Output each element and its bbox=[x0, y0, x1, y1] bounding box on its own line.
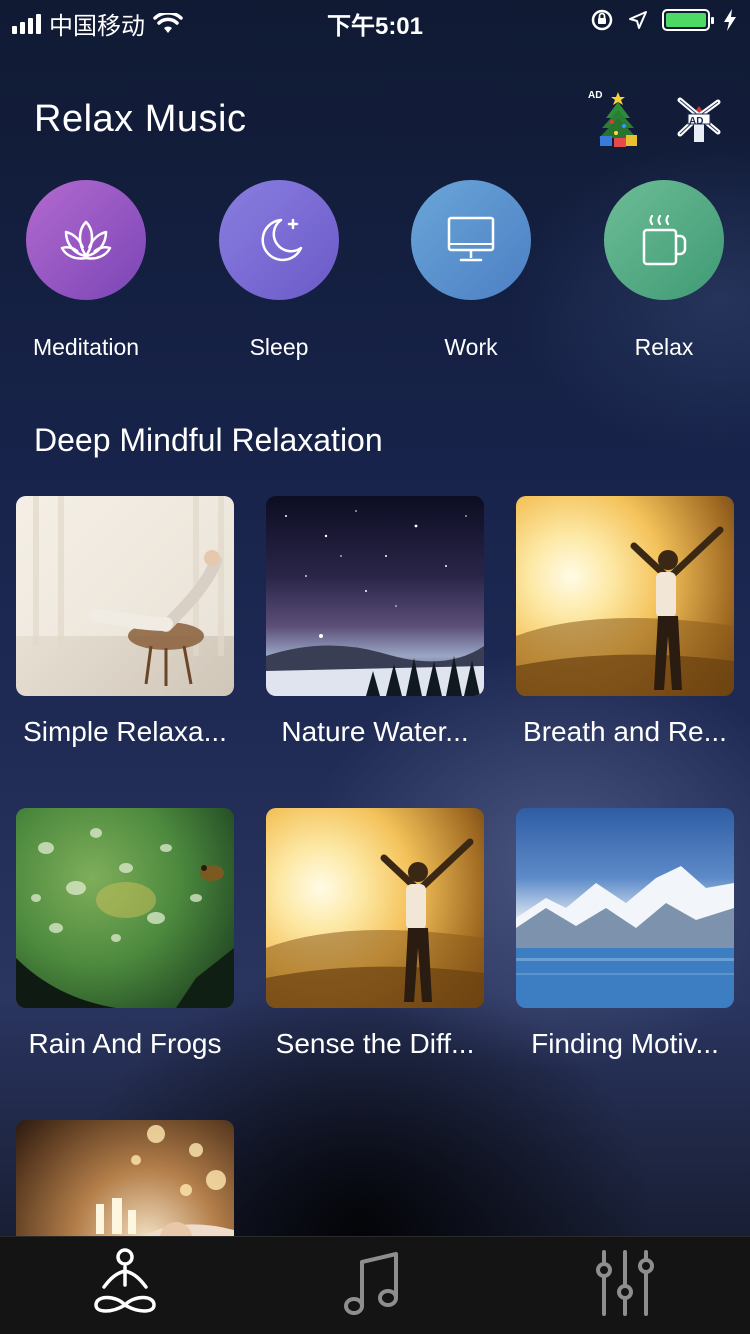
tab-meditation[interactable] bbox=[85, 1243, 165, 1323]
category-relax[interactable]: Relax bbox=[574, 180, 750, 361]
track-title: Finding Motiv... bbox=[531, 1028, 719, 1059]
track-thumbnail bbox=[516, 808, 734, 1008]
status-right bbox=[590, 8, 736, 32]
tab-equalizer[interactable] bbox=[585, 1243, 665, 1323]
category-label: Relax bbox=[634, 334, 694, 360]
track-thumbnail bbox=[266, 496, 484, 696]
section-title: Deep Mindful Relaxation bbox=[34, 422, 383, 458]
track-thumbnail bbox=[16, 496, 234, 696]
track-thumbnail bbox=[16, 808, 234, 1008]
track-card-finding-motivation[interactable]: Finding Motiv... bbox=[516, 808, 734, 1060]
music-note-icon bbox=[344, 1252, 398, 1315]
category-circle bbox=[26, 180, 146, 300]
charging-bolt-icon bbox=[724, 9, 736, 31]
track-title: Sense the Diff... bbox=[275, 1028, 475, 1059]
category-circle bbox=[604, 180, 724, 300]
coffee-cup-icon bbox=[642, 214, 687, 266]
page-title: Relax Music bbox=[34, 98, 247, 140]
track-card-sense-the-difference[interactable]: Sense the Diff... bbox=[266, 808, 484, 1060]
location-arrow-icon bbox=[629, 11, 647, 29]
equalizer-sliders-icon bbox=[596, 1250, 654, 1316]
track-title: Breath and Re... bbox=[523, 716, 727, 747]
ad-badge: AD bbox=[588, 90, 603, 101]
track-title: Rain And Frogs bbox=[28, 1028, 222, 1059]
meditation-person-icon bbox=[94, 1248, 156, 1313]
track-thumbnail bbox=[516, 496, 734, 696]
status-bar: 中国移动 下午5:01 bbox=[0, 0, 750, 40]
category-circle bbox=[219, 180, 339, 300]
category-meditation[interactable]: Meditation bbox=[0, 180, 176, 361]
rotation-lock-icon bbox=[591, 9, 613, 31]
track-title: Simple Relaxa... bbox=[23, 716, 227, 747]
track-card-rain-and-frogs[interactable]: Rain And Frogs bbox=[16, 808, 234, 1060]
tab-music[interactable] bbox=[333, 1243, 413, 1323]
category-work[interactable]: Work bbox=[381, 180, 561, 361]
track-card-breath-and-relax[interactable]: Breath and Re... bbox=[516, 496, 734, 748]
track-card-simple-relaxation[interactable]: Simple Relaxa... bbox=[16, 496, 234, 748]
category-sleep[interactable]: Sleep bbox=[189, 180, 369, 361]
lotus-icon bbox=[60, 220, 112, 260]
track-title: Nature Water... bbox=[281, 716, 469, 747]
track-thumbnail bbox=[266, 808, 484, 1008]
battery-icon bbox=[662, 9, 714, 31]
category-label: Meditation bbox=[32, 334, 140, 360]
christmas-tree-ad-icon[interactable]: AD bbox=[588, 88, 640, 148]
category-circle bbox=[411, 180, 531, 300]
tab-bar bbox=[0, 1236, 750, 1334]
moon-icon bbox=[261, 218, 303, 262]
category-label: Sleep bbox=[249, 334, 309, 360]
app-screen: 中国移动 下午5:01 Relax Music AD AD Meditation… bbox=[0, 0, 750, 1334]
category-label: Work bbox=[444, 334, 498, 360]
track-card-nature-water[interactable]: Nature Water... bbox=[266, 496, 484, 748]
windmill-ad-icon[interactable]: AD bbox=[670, 94, 726, 146]
ad-badge: AD bbox=[689, 116, 704, 127]
monitor-icon bbox=[447, 216, 495, 262]
